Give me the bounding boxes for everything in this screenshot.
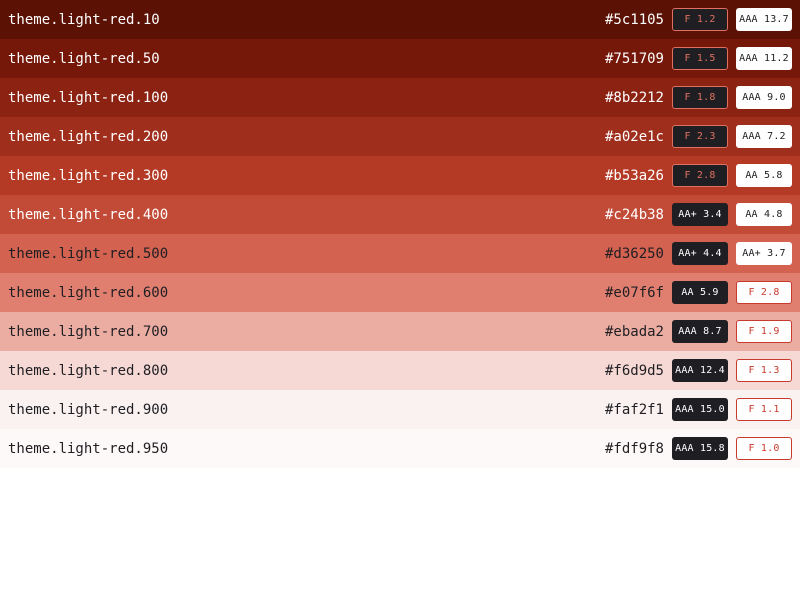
color-swatch-row: theme.light-red.100 #8b2212 F 1.8 AAA 9.0 (0, 78, 800, 117)
contrast-badge-on-light: F 1.0 (736, 437, 792, 460)
hex-value: #b53a26 (604, 167, 664, 184)
token-name: theme.light-red.100 (8, 89, 169, 106)
hex-value: #fdf9f8 (604, 440, 664, 457)
contrast-badge-on-light: F 1.3 (736, 359, 792, 382)
hex-value: #e07f6f (604, 284, 664, 301)
hex-value: #faf2f1 (604, 401, 664, 418)
token-name: theme.light-red.200 (8, 128, 169, 145)
contrast-badge-on-light: AA 4.8 (736, 203, 792, 226)
color-swatch-row: theme.light-red.200 #a02e1c F 2.3 AAA 7.2 (0, 117, 800, 156)
contrast-badge-on-dark: F 1.8 (672, 86, 728, 109)
contrast-badge-on-light: AA+ 3.7 (736, 242, 792, 265)
contrast-badge-on-light: AA 5.8 (736, 164, 792, 187)
token-name: theme.light-red.300 (8, 167, 169, 184)
color-swatch-row: theme.light-red.600 #e07f6f AA 5.9 F 2.8 (0, 273, 800, 312)
contrast-badge-on-light: F 1.1 (736, 398, 792, 421)
color-swatch-row: theme.light-red.10 #5c1105 F 1.2 AAA 13.7 (0, 0, 800, 39)
token-name: theme.light-red.500 (8, 245, 169, 262)
token-name: theme.light-red.800 (8, 362, 169, 379)
token-name: theme.light-red.10 (8, 11, 160, 28)
color-swatch-row: theme.light-red.950 #fdf9f8 AAA 15.8 F 1.0 (0, 429, 800, 468)
contrast-badge-on-dark: F 1.2 (672, 8, 728, 31)
color-swatch-row: theme.light-red.300 #b53a26 F 2.8 AA 5.8 (0, 156, 800, 195)
contrast-badge-on-light: AAA 11.2 (736, 47, 792, 70)
token-name: theme.light-red.950 (8, 440, 169, 457)
color-swatch-list: theme.light-red.10 #5c1105 F 1.2 AAA 13.7 th… (0, 0, 800, 468)
hex-value: #ebada2 (604, 323, 664, 340)
hex-value: #a02e1c (604, 128, 664, 145)
contrast-badge-on-dark: AAA 15.0 (672, 398, 728, 421)
contrast-badge-on-dark: AA 5.9 (672, 281, 728, 304)
contrast-badge-on-light: AAA 7.2 (736, 125, 792, 148)
token-name: theme.light-red.700 (8, 323, 169, 340)
hex-value: #8b2212 (604, 89, 664, 106)
contrast-badge-on-dark: F 2.8 (672, 164, 728, 187)
contrast-badge-on-dark: F 2.3 (672, 125, 728, 148)
contrast-badge-on-dark: AA+ 4.4 (672, 242, 728, 265)
color-swatch-row: theme.light-red.800 #f6d9d5 AAA 12.4 F 1.3 (0, 351, 800, 390)
contrast-badge-on-dark: AAA 8.7 (672, 320, 728, 343)
contrast-badge-on-dark: AA+ 3.4 (672, 203, 728, 226)
token-name: theme.light-red.400 (8, 206, 169, 223)
color-swatch-row: theme.light-red.50 #751709 F 1.5 AAA 11.2 (0, 39, 800, 78)
contrast-badge-on-dark: AAA 12.4 (672, 359, 728, 382)
hex-value: #c24b38 (604, 206, 664, 223)
color-swatch-row: theme.light-red.700 #ebada2 AAA 8.7 F 1.9 (0, 312, 800, 351)
contrast-badge-on-dark: AAA 15.8 (672, 437, 728, 460)
contrast-badge-on-dark: F 1.5 (672, 47, 728, 70)
token-name: theme.light-red.600 (8, 284, 169, 301)
hex-value: #d36250 (604, 245, 664, 262)
contrast-badge-on-light: AAA 9.0 (736, 86, 792, 109)
contrast-badge-on-light: F 2.8 (736, 281, 792, 304)
color-swatch-row: theme.light-red.900 #faf2f1 AAA 15.0 F 1.1 (0, 390, 800, 429)
hex-value: #f6d9d5 (604, 362, 664, 379)
hex-value: #5c1105 (604, 11, 664, 28)
token-name: theme.light-red.900 (8, 401, 169, 418)
token-name: theme.light-red.50 (8, 50, 160, 67)
hex-value: #751709 (604, 50, 664, 67)
color-swatch-row: theme.light-red.400 #c24b38 AA+ 3.4 AA 4.8 (0, 195, 800, 234)
color-swatch-row: theme.light-red.500 #d36250 AA+ 4.4 AA+ 3.7 (0, 234, 800, 273)
contrast-badge-on-light: AAA 13.7 (736, 8, 792, 31)
contrast-badge-on-light: F 1.9 (736, 320, 792, 343)
